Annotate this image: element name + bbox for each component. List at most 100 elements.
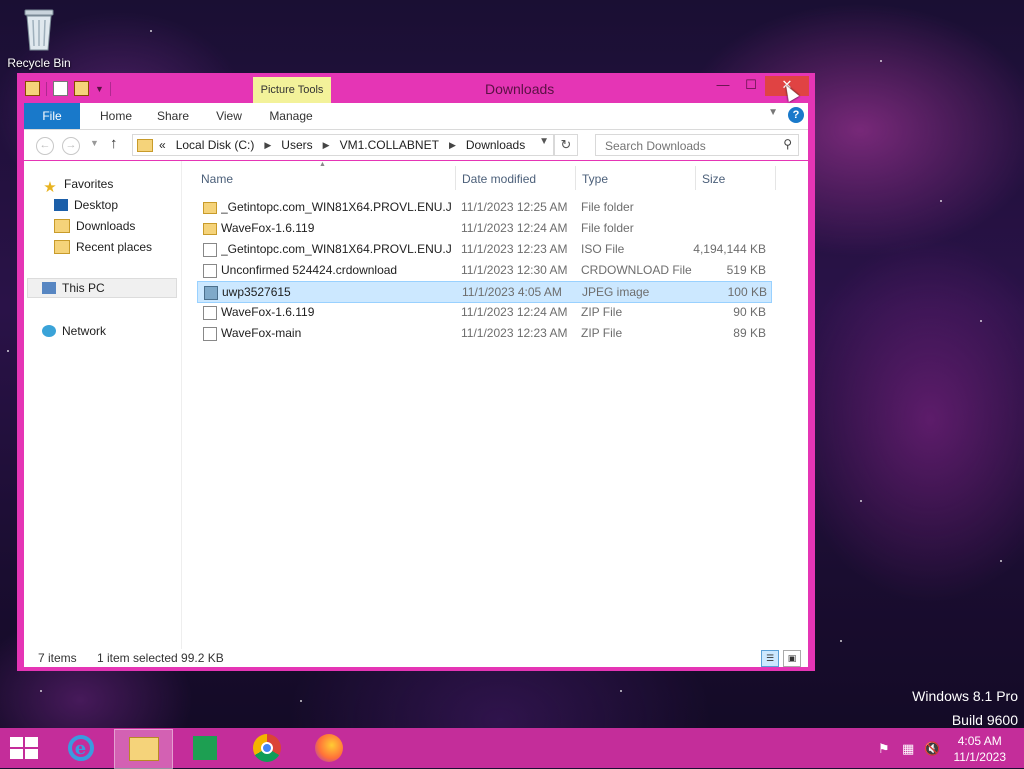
search-box[interactable]: ⚲ xyxy=(595,134,799,156)
file-row[interactable]: WaveFox-1.6.119 11/1/2023 12:24 AM File fo… xyxy=(197,218,770,238)
crumb-users[interactable]: Users xyxy=(281,138,312,152)
forward-button[interactable]: → xyxy=(62,137,80,155)
column-resizer[interactable] xyxy=(575,166,576,190)
tab-manage[interactable]: Manage xyxy=(256,103,326,129)
customize-toolbar-icon[interactable]: ▼ xyxy=(95,84,104,94)
expand-ribbon-icon[interactable]: ▼ xyxy=(768,107,778,118)
file-date: 11/1/2023 4:05 AM xyxy=(462,285,562,299)
start-button[interactable] xyxy=(10,737,38,759)
help-icon[interactable]: ? xyxy=(788,107,804,123)
column-size[interactable]: Size xyxy=(702,169,725,189)
file-row[interactable]: WaveFox-main 11/1/2023 12:23 AM ZIP File 89… xyxy=(197,323,770,343)
up-button[interactable]: ↑ xyxy=(110,135,118,152)
address-overflow[interactable]: « xyxy=(159,138,166,152)
file-date: 11/1/2023 12:24 AM xyxy=(461,221,568,235)
computer-icon xyxy=(42,282,56,294)
network-status-icon[interactable]: ▦ xyxy=(902,741,914,757)
column-date[interactable]: Date modified xyxy=(462,169,536,189)
store-icon xyxy=(192,736,217,760)
file-row[interactable]: uwp3527615 11/1/2023 4:05 AM JPEG image 100… xyxy=(197,281,772,303)
file-size: 90 KB xyxy=(733,305,766,319)
folder-icon[interactable] xyxy=(25,81,40,96)
nav-desktop[interactable]: Desktop xyxy=(54,195,118,215)
action-center-flag-icon[interactable]: ⚑ xyxy=(878,741,890,757)
nav-favorites[interactable]: ★ Favorites xyxy=(42,174,113,196)
file-list: ▲ Name Date modified Type Size _Getintop… xyxy=(182,161,808,649)
file-type: ZIP File xyxy=(581,326,623,340)
properties-icon[interactable] xyxy=(53,81,68,96)
chrome-icon xyxy=(252,734,281,762)
taskbar-internet-explorer[interactable]: e xyxy=(52,729,109,767)
file-row[interactable]: Unconfirmed 524424.crdownload 11/1/2023 1… xyxy=(197,260,770,280)
chevron-right-icon[interactable]: ▶ xyxy=(449,140,456,151)
taskbar-chrome[interactable] xyxy=(238,729,295,767)
volume-muted-icon[interactable]: 🔇 xyxy=(924,741,940,757)
file-size: 4,194,144 KB xyxy=(693,242,766,256)
file-name: WaveFox-1.6.119 xyxy=(221,221,315,235)
new-folder-icon[interactable] xyxy=(74,81,89,96)
crumb-local-disk[interactable]: Local Disk (C:) xyxy=(176,138,255,152)
windows-watermark: Windows 8.1 Pro Build 9600 xyxy=(912,688,1018,728)
address-bar[interactable]: « Local Disk (C:) ▶ Users ▶ VM1.COLLABNE… xyxy=(132,134,554,156)
file-type: CRDOWNLOAD File xyxy=(581,263,692,277)
file-row[interactable]: _Getintopc.com_WIN81X64.PROVL.ENU.J... 11… xyxy=(197,239,770,259)
back-button[interactable]: ← xyxy=(36,137,54,155)
tab-file[interactable]: File xyxy=(24,103,80,129)
window-title: Downloads xyxy=(485,81,555,97)
file-type: JPEG image xyxy=(582,285,650,299)
column-name[interactable]: Name xyxy=(201,169,233,189)
nav-downloads[interactable]: Downloads xyxy=(54,216,135,236)
item-count: 7 items xyxy=(38,651,77,665)
clock[interactable]: 4:05 AM 11/1/2023 xyxy=(954,733,1007,765)
selection-info: 1 item selected 99.2 KB xyxy=(97,651,224,665)
system-tray: ⚑ ▦ 🔇 4:05 AM 11/1/2023 xyxy=(864,728,1024,768)
tab-home[interactable]: Home xyxy=(88,103,144,129)
minimize-button[interactable]: — xyxy=(709,76,737,96)
file-date: 11/1/2023 12:24 AM xyxy=(461,305,568,319)
tab-share[interactable]: Share xyxy=(144,103,202,129)
network-icon xyxy=(42,325,56,337)
picture-tools-tab: Picture Tools xyxy=(253,77,331,104)
chevron-down-icon[interactable]: ▼ xyxy=(539,136,549,147)
crumb-downloads[interactable]: Downloads xyxy=(466,138,525,152)
chevron-right-icon[interactable]: ▶ xyxy=(264,140,271,151)
taskbar-firefox[interactable] xyxy=(300,729,357,767)
file-date: 11/1/2023 12:25 AM xyxy=(461,200,568,214)
maximize-button[interactable]: ☐ xyxy=(737,76,765,96)
column-type[interactable]: Type xyxy=(582,169,608,189)
file-type: File folder xyxy=(581,200,634,214)
column-resizer[interactable] xyxy=(695,166,696,190)
crumb-vm1-collabnet[interactable]: VM1.COLLABNET xyxy=(340,138,439,152)
nav-network[interactable]: Network xyxy=(42,321,106,341)
refresh-button[interactable]: ↻ xyxy=(554,134,578,156)
recent-locations-icon[interactable]: ▼ xyxy=(90,138,99,148)
chevron-right-icon[interactable]: ▶ xyxy=(323,140,330,151)
title-bar[interactable]: ▼ Picture Tools Downloads — ☐ ✕ xyxy=(17,73,815,104)
search-input[interactable] xyxy=(603,138,777,154)
file-icon xyxy=(203,327,217,341)
recycle-bin-icon xyxy=(21,6,57,52)
recent-places-icon xyxy=(54,240,70,254)
recycle-bin[interactable]: Recycle Bin xyxy=(6,6,72,70)
file-name: WaveFox-1.6.119 xyxy=(221,305,315,319)
nav-this-pc[interactable]: This PC xyxy=(27,278,177,298)
taskbar-store[interactable] xyxy=(176,729,233,767)
large-icons-view-button[interactable]: ▣ xyxy=(783,650,801,667)
file-name: _Getintopc.com_WIN81X64.PROVL.ENU.J... xyxy=(221,200,451,214)
ribbon: File Home Share View Manage ▼ ? xyxy=(24,103,808,130)
navigation-pane: ★ Favorites Desktop Downloads Recent pla… xyxy=(24,161,182,649)
file-row[interactable]: WaveFox-1.6.119 11/1/2023 12:24 AM ZIP Fil… xyxy=(197,302,770,322)
file-name: Unconfirmed 524424.crdownload xyxy=(221,263,398,277)
navigation-bar: ← → ▼ ↑ « Local Disk (C:) ▶ Users ▶ VM1.… xyxy=(24,130,808,160)
file-row[interactable]: _Getintopc.com_WIN81X64.PROVL.ENU.J... 11… xyxy=(197,197,770,217)
file-date: 11/1/2023 12:23 AM xyxy=(461,242,568,256)
column-resizer[interactable] xyxy=(775,166,776,190)
search-icon[interactable]: ⚲ xyxy=(783,137,792,151)
folder-icon xyxy=(203,223,217,235)
firefox-icon xyxy=(314,734,343,762)
tab-view[interactable]: View xyxy=(202,103,256,129)
nav-recent-places[interactable]: Recent places xyxy=(54,237,152,257)
details-view-button[interactable]: ☰ xyxy=(761,650,779,667)
taskbar-file-explorer[interactable] xyxy=(114,729,173,769)
column-resizer[interactable] xyxy=(455,166,456,190)
